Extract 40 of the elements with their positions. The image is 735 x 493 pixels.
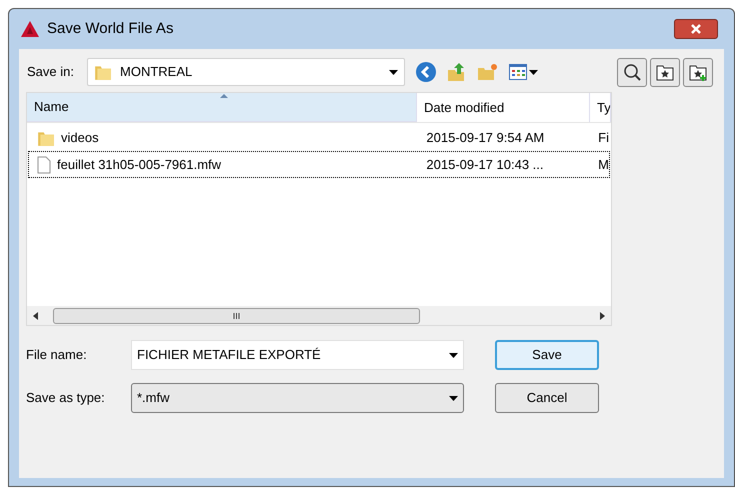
app-logo-icon: [21, 21, 39, 37]
cancel-button[interactable]: Cancel: [495, 383, 599, 413]
scroll-left-icon: [33, 312, 38, 320]
file-name-field[interactable]: FICHIER METAFILE EXPORTÉ: [131, 340, 464, 370]
horizontal-scrollbar[interactable]: [27, 306, 611, 325]
window-title: Save World File As: [47, 18, 174, 39]
file-name-cell-text: feuillet 31h05-005-7961.mfw: [57, 156, 222, 174]
view-menu-button[interactable]: [509, 64, 538, 80]
back-icon[interactable]: [415, 61, 437, 83]
type-cell-text: M: [597, 156, 609, 174]
view-grid-icon: [509, 64, 527, 80]
caret-icon: [389, 70, 398, 74]
caret-icon: [449, 352, 458, 358]
date-cell-text: 2015-09-17 10:43 ...: [425, 156, 544, 174]
save-in-label: Save in:: [27, 63, 75, 82]
date-cell-text: 2015-09-17 9:54 AM: [425, 128, 546, 147]
type-cell-text: Fi: [597, 128, 609, 147]
grip-icon: [233, 312, 240, 318]
column-header[interactable]: Date modified: [417, 93, 590, 122]
search-web-icon[interactable]: [617, 58, 647, 86]
field-label: Save as type:: [26, 389, 106, 408]
file-row[interactable]: feuillet 31h05-005-7961.mfw 2015-09-17 10:43 ... M: [28, 151, 610, 178]
sort-arrow-icon: [220, 94, 228, 98]
file-row[interactable]: videos 2015-09-17 9:54 AM Fi: [28, 124, 610, 151]
scroll-right-icon: [600, 312, 605, 320]
field-label: File name:: [26, 346, 88, 364]
favorite-folder-icon[interactable]: [650, 58, 680, 86]
column-header[interactable]: Name: [27, 93, 417, 122]
file-type-dropdown[interactable]: *.mfw: [131, 383, 464, 413]
caret-icon: [529, 70, 538, 74]
add-favorite-icon[interactable]: [683, 58, 713, 86]
file-name-cell-text: videos: [61, 128, 99, 147]
scrollbar-thumb[interactable]: [53, 308, 420, 324]
save-button[interactable]: Save: [495, 340, 599, 370]
save-in-dropdown[interactable]: MONTREAL: [87, 58, 405, 86]
caret-icon: [449, 396, 458, 400]
close-icon: [691, 24, 701, 34]
close-button[interactable]: [674, 19, 718, 39]
file-icon: [37, 156, 51, 174]
up-folder-icon[interactable]: [447, 62, 467, 82]
